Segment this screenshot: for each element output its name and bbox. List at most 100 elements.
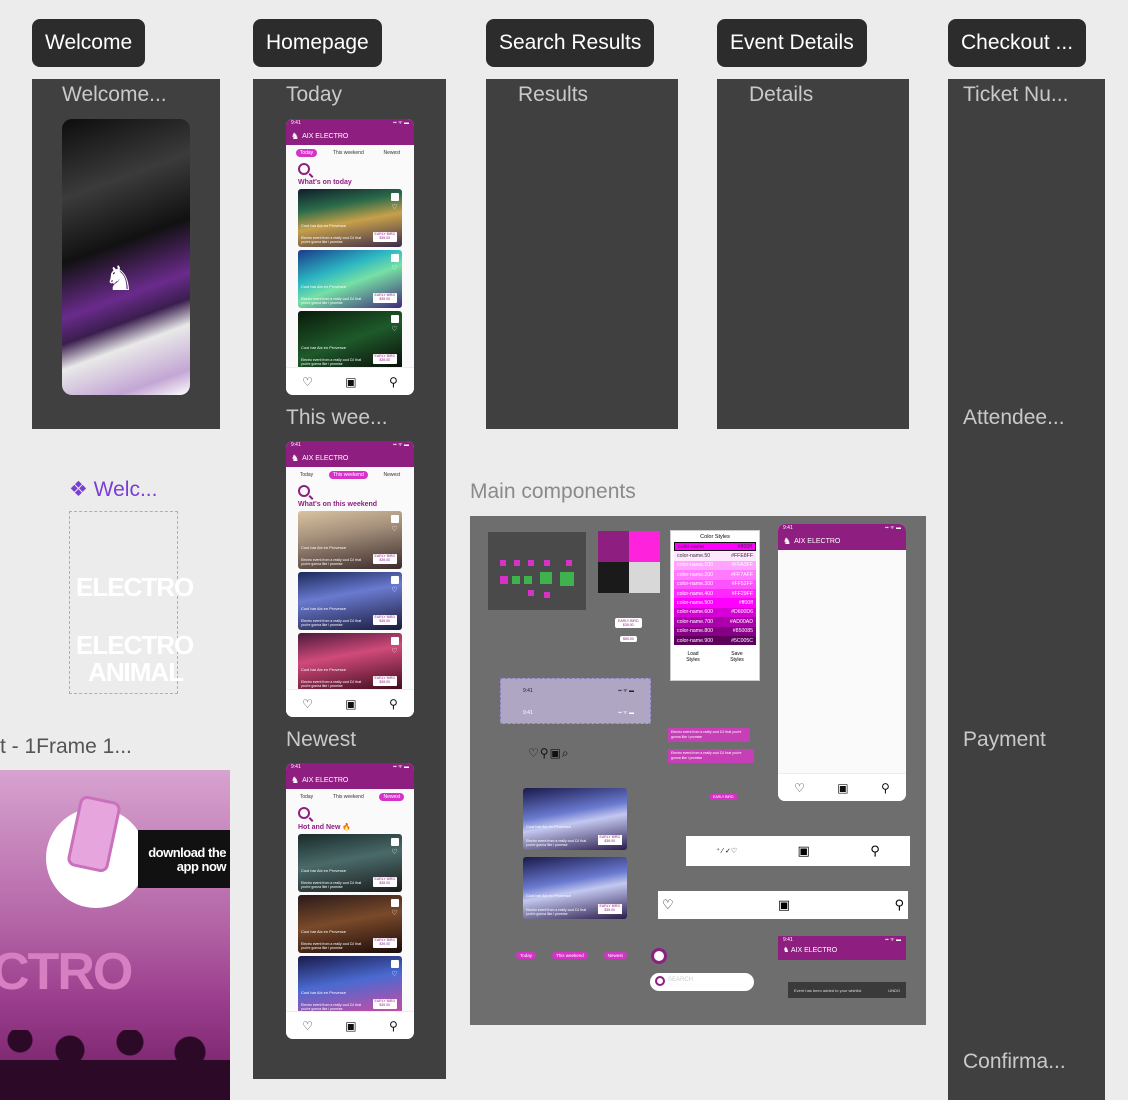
color-style-row[interactable]: color-name.400 #FF29FF — [674, 588, 756, 599]
profile-icon[interactable]: ⚲ — [389, 375, 398, 389]
event-card[interactable]: ♡ Cool bar Aix en Provence Electro event f… — [298, 895, 402, 953]
snackbar[interactable]: Event has been added to your wishlist UND… — [788, 982, 906, 998]
bottom-nav[interactable]: ♡ ▣ ⚲ — [286, 1011, 414, 1039]
tab-0[interactable]: Today — [295, 149, 318, 157]
bottom-nav[interactable]: ♡ ▣ ⚲ — [286, 367, 414, 395]
ticket-icon[interactable] — [390, 637, 399, 645]
save-styles-button[interactable]: Save Styles — [725, 651, 749, 663]
color-style-row[interactable]: color-name.600 #D600D6 — [674, 607, 756, 618]
ticket-icon[interactable]: ▣ — [837, 781, 848, 795]
checkout-frame[interactable]: Ticket Nu... Attendee... Payment Confirm… — [948, 79, 1105, 1100]
color-style-row[interactable]: color-name.500 #ff00ff — [674, 598, 756, 608]
tab-row[interactable]: Today This weekend Newest — [286, 789, 414, 801]
section-checkout[interactable]: Checkout ... — [948, 19, 1087, 67]
heart-icon[interactable]: ♡ — [794, 781, 805, 795]
search-results-frame[interactable]: Results — [486, 79, 678, 429]
profile-icon[interactable]: ⚲ — [389, 697, 398, 711]
tab-newest[interactable]: Newest — [603, 952, 627, 959]
heart-icon[interactable]: ♡ — [391, 586, 397, 594]
status-bar-component[interactable]: 9:41 ▪▪ ᯤ ▬ 9:41 ▪▪ ᯤ ▬ — [500, 678, 651, 724]
tab-row[interactable]: Today This weekend Newest — [286, 467, 414, 479]
event-card[interactable]: ♡ Cool bar Aix en Provence Electro event f… — [298, 572, 402, 630]
heart-icon[interactable]: ♡ — [391, 909, 397, 917]
empty-screen-template[interactable]: 9:41 ▪▪ ᯤ ▬ ♞ AIX ELECTRO ♡ ▣ ⚲ — [778, 524, 906, 801]
ticket-icon[interactable]: ▣ — [345, 375, 356, 389]
ticket-icon[interactable] — [390, 515, 399, 523]
bottom-nav[interactable]: ♡ ▣ ⚲ — [286, 689, 414, 717]
heart-icon[interactable]: ♡ — [391, 647, 397, 655]
heart-icon[interactable]: ♡ — [662, 897, 674, 913]
color-styles-panel[interactable]: Color Styles color-name #ff00ff color-name… — [670, 530, 760, 681]
tab-2[interactable]: Newest — [379, 149, 404, 157]
profile-icon[interactable]: ⚲ — [389, 1019, 398, 1033]
heart-icon[interactable]: ♡ — [391, 848, 397, 856]
event-card[interactable]: ♡ Cool bar Aix en Provence Electro event f… — [298, 633, 402, 691]
home-screen[interactable]: 9:41 ▪▪ ᯤ ▬ ♞ AIX ELECTRO Today This weekend N… — [286, 441, 414, 717]
section-event-details[interactable]: Event Details — [717, 19, 867, 67]
tab-1[interactable]: This weekend — [328, 471, 368, 479]
welcome-frame[interactable]: Welcome... ♞ — [32, 79, 220, 429]
event-card[interactable]: ♡ Cool bar Aix en Provence Electro event f… — [298, 311, 402, 369]
load-styles-button[interactable]: Load Styles — [681, 651, 705, 663]
heart-icon[interactable]: ♡ — [302, 697, 313, 711]
profile-icon[interactable]: ⚲ — [894, 897, 904, 913]
ticket-icon[interactable]: ▣ — [345, 1019, 356, 1033]
color-style-row[interactable]: color-name #ff00ff — [674, 542, 756, 552]
home-screen[interactable]: 9:41 ▪▪ ᯤ ▬ ♞ AIX ELECTRO Today This weekend N… — [286, 763, 414, 1039]
undo-button[interactable]: UNDO — [888, 988, 900, 993]
event-card[interactable]: ♡ Cool bar Aix en Provence Electro event f… — [298, 511, 402, 569]
tab-2[interactable]: Newest — [379, 793, 405, 801]
nav-bar-wide[interactable]: ♡ ▣ ⚲ — [658, 891, 908, 919]
heart-icon[interactable]: ♡ — [391, 525, 397, 533]
tabs-component[interactable]: Today This weekend Newest — [516, 952, 627, 959]
tab-row[interactable]: Today This weekend Newest — [286, 145, 414, 157]
ticket-icon[interactable] — [390, 315, 399, 323]
section-search-results[interactable]: Search Results — [486, 19, 655, 67]
home-screen[interactable]: 9:41 ▪▪ ᯤ ▬ ♞ AIX ELECTRO Today This weekend N… — [286, 119, 414, 395]
bottom-nav[interactable]: ♡ ▣ ⚲ — [778, 773, 906, 801]
heart-icon[interactable]: ♡ — [302, 1019, 313, 1033]
profile-icon[interactable]: ⚲ — [881, 781, 890, 795]
tab-1[interactable]: This weekend — [329, 149, 368, 157]
tab-1[interactable]: This weekend — [329, 793, 368, 801]
ticket-icon[interactable] — [390, 576, 399, 584]
tab-0[interactable]: Today — [296, 471, 317, 479]
heart-icon[interactable]: ♡ — [391, 325, 397, 333]
color-style-row[interactable]: color-name.900 #5C005C — [674, 635, 756, 646]
profile-icon[interactable]: ⚲ — [870, 843, 880, 859]
ticket-icon[interactable]: ▣ — [798, 843, 810, 859]
section-welcome[interactable]: Welcome — [32, 19, 146, 67]
nav-bar-component[interactable]: ⁺ ⁄ ✓♡ ▣ ⚲ — [686, 836, 910, 866]
event-card-component[interactable]: Cool bar Aix en Provence Electro event fr… — [523, 857, 627, 919]
main-components-frame[interactable]: Color Styles color-name #ff00ff color-name… — [470, 516, 926, 1025]
logo-component[interactable]: ELECTRO ELECTRO ANIMAL — [69, 511, 194, 694]
event-card[interactable]: ♡ Cool bar Aix en Provence Electro event f… — [298, 189, 402, 247]
search-icon[interactable] — [298, 807, 310, 819]
event-card[interactable]: ♡ Cool bar Aix en Provence Electro event f… — [298, 956, 402, 1014]
event-card[interactable]: ♡ Cool bar Aix en Provence Electro event f… — [298, 834, 402, 892]
color-style-row[interactable]: color-name.300 #FF52FF — [674, 579, 756, 589]
color-style-row[interactable]: color-name.100 #FFA3FF — [674, 560, 756, 571]
tab-this-weekend[interactable]: This weekend — [552, 952, 588, 959]
ticket-icon[interactable] — [390, 960, 399, 968]
heart-icon[interactable]: ♡ — [391, 264, 397, 272]
color-style-row[interactable]: color-name.50 #FFE8FF — [674, 551, 756, 561]
heart-icon[interactable]: ♡ — [391, 203, 397, 211]
tab-0[interactable]: Today — [296, 793, 317, 801]
color-style-row[interactable]: color-name.700 #AD00AD — [674, 617, 756, 627]
heart-icon[interactable]: ♡ — [302, 375, 313, 389]
ticket-icon[interactable]: ▣ — [345, 697, 356, 711]
event-card[interactable]: ♡ Cool bar Aix en Provence Electro event f… — [298, 250, 402, 308]
event-card-component[interactable]: Cool bar Aix en Provence Electro event fr… — [523, 788, 627, 850]
color-style-row[interactable]: color-name.800 #850085 — [674, 626, 756, 636]
search-input[interactable]: SEARCH — [650, 973, 754, 991]
ticket-icon[interactable] — [390, 838, 399, 846]
ticket-icon[interactable]: ▣ — [778, 897, 790, 913]
tab-today[interactable]: Today — [516, 952, 537, 959]
event-details-frame[interactable]: Details — [717, 79, 909, 429]
color-style-row[interactable]: color-name.200 #FF7AFF — [674, 570, 756, 580]
search-icon[interactable] — [298, 485, 310, 497]
ticket-icon[interactable] — [390, 254, 399, 262]
search-icon[interactable] — [298, 163, 310, 175]
ticket-icon[interactable] — [390, 899, 399, 907]
